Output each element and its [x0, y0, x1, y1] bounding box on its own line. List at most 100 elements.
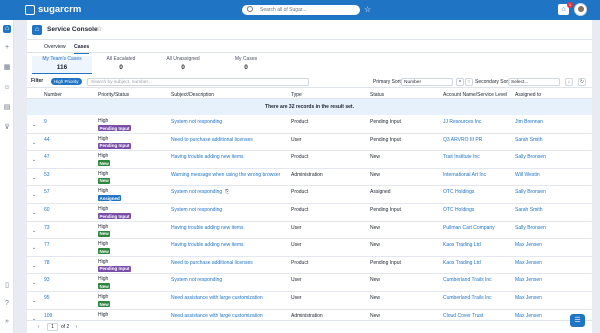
- case-number-link[interactable]: 60: [44, 207, 50, 213]
- assigned-user-link[interactable]: Sally Bronsen: [515, 225, 546, 231]
- subject-link[interactable]: Having trouble adding new items: [171, 225, 244, 231]
- page-number-input[interactable]: 1: [47, 323, 58, 331]
- account-link[interactable]: OTC Holdings: [443, 189, 474, 195]
- subject-link[interactable]: Having trouble adding new items: [171, 154, 244, 160]
- case-number-link[interactable]: 47: [44, 154, 50, 160]
- col-number[interactable]: Number: [44, 92, 62, 98]
- subject-link[interactable]: Need to purchase additional licenses: [171, 137, 253, 143]
- subject-link[interactable]: Need to purchase additional licenses: [171, 260, 253, 266]
- account-link[interactable]: Kaos Trading Ltd: [443, 260, 481, 266]
- assigned-user-link[interactable]: Sally Bronsen: [515, 189, 546, 195]
- account-link[interactable]: OTC Holdings: [443, 207, 474, 213]
- expand-row-chevron-icon[interactable]: ⌄: [32, 263, 36, 269]
- assigned-user-link[interactable]: Max Jensen: [515, 260, 542, 266]
- subject-link[interactable]: System not responding: [171, 207, 222, 213]
- expand-row-chevron-icon[interactable]: ⌄: [32, 122, 36, 128]
- assigned-user-link[interactable]: Sarah Smith: [515, 207, 543, 213]
- case-search-input[interactable]: Search by subject, number...: [87, 77, 309, 86]
- account-link[interactable]: JJ Resources Inc: [443, 119, 481, 125]
- account-link[interactable]: Cloud Cover Trust: [443, 313, 483, 319]
- expand-row-chevron-icon[interactable]: ⌄: [32, 228, 36, 234]
- sugarcrm-logo[interactable]: sugarcrm: [25, 4, 81, 15]
- table-row[interactable]: ⌄ 95 High New Need assistance with large cus…: [27, 292, 592, 310]
- col-assigned[interactable]: Assigned to: [515, 92, 541, 98]
- sort-direction-icon[interactable]: ↑: [465, 77, 473, 86]
- case-number-link[interactable]: 109: [44, 313, 52, 319]
- help-icon[interactable]: ?: [3, 300, 11, 308]
- table-row[interactable]: ⌄ 73 High New Having trouble adding new item…: [27, 222, 592, 240]
- expand-icon[interactable]: »: [3, 318, 11, 326]
- plus-icon[interactable]: +: [3, 44, 11, 52]
- user-avatar[interactable]: [574, 3, 587, 16]
- filter-button[interactable]: Filter: [31, 78, 43, 84]
- account-link[interactable]: Pullman Cart Company: [443, 225, 495, 231]
- summary-my-teams-cases[interactable]: My Team's Cases 116: [32, 56, 92, 74]
- table-row[interactable]: ⌄ 9 High Pending Input System not responding…: [27, 116, 592, 134]
- col-type[interactable]: Type: [291, 92, 302, 98]
- account-link[interactable]: Cumberland Trails Inc: [443, 277, 492, 283]
- expand-row-chevron-icon[interactable]: ⌄: [32, 210, 36, 216]
- case-number-link[interactable]: 95: [44, 295, 50, 301]
- table-row[interactable]: ⌄ 93 High New System not responding User New Cu…: [27, 274, 592, 292]
- global-search-input[interactable]: Search all of Sugar...: [242, 5, 360, 15]
- case-number-link[interactable]: 44: [44, 137, 50, 143]
- assigned-user-link[interactable]: Jim Brennan: [515, 119, 543, 125]
- table-row[interactable]: ⌄ 57 High Assigned System not responding ⎘ Pro…: [27, 186, 592, 204]
- assigned-user-link[interactable]: Max Jensen: [515, 313, 542, 319]
- menu-list-icon[interactable]: ☰: [570, 314, 585, 327]
- table-row[interactable]: ⌄ 60 High Pending Input System not respondin…: [27, 204, 592, 222]
- next-page-icon[interactable]: ›: [72, 323, 81, 331]
- calendar-icon[interactable]: ▦: [3, 64, 11, 72]
- summary-my-cases[interactable]: My Cases 0: [216, 56, 276, 74]
- star-icon[interactable]: ☆: [364, 5, 371, 14]
- case-number-link[interactable]: 53: [44, 172, 50, 178]
- filter-icon[interactable]: ⊽: [3, 124, 11, 132]
- tab-overview[interactable]: Overview: [44, 44, 66, 50]
- col-account[interactable]: Account Name/Service Level: [443, 92, 507, 98]
- file-icon[interactable]: ▯: [3, 282, 11, 290]
- summary-all-escalated[interactable]: All Escalated 0: [91, 56, 151, 74]
- expand-row-chevron-icon[interactable]: ⌄: [32, 245, 36, 251]
- subject-link[interactable]: Warning message when using the wrong bro…: [171, 172, 280, 178]
- sort-toggle-icon[interactable]: ↓: [565, 77, 573, 86]
- account-link[interactable]: Kaos Trading Ltd: [443, 242, 481, 248]
- refresh-icon[interactable]: ↻: [578, 77, 586, 86]
- clear-sort-icon[interactable]: ×: [456, 77, 464, 86]
- assigned-user-link[interactable]: Max Jensen: [515, 242, 542, 248]
- col-subject[interactable]: Subject/Description: [171, 92, 214, 98]
- subject-link[interactable]: System not responding: [171, 189, 222, 195]
- table-row[interactable]: ⌄ 44 High Pending Input Need to purchase add…: [27, 134, 592, 152]
- assigned-user-link[interactable]: Max Jensen: [515, 277, 542, 283]
- subject-link[interactable]: Having trouble adding new items: [171, 242, 244, 248]
- expand-row-chevron-icon[interactable]: ⌄: [32, 192, 36, 198]
- table-row[interactable]: ⌄ 47 High New Having trouble adding new item…: [27, 151, 592, 169]
- account-link[interactable]: Cumberland Trails Inc: [443, 295, 492, 301]
- account-link[interactable]: International Art Inc: [443, 172, 486, 178]
- subject-link[interactable]: Need assistance with large customization: [171, 313, 263, 319]
- assigned-user-link[interactable]: Sally Bronsen: [515, 154, 546, 160]
- expand-row-chevron-icon[interactable]: ⌄: [32, 175, 36, 181]
- assigned-user-link[interactable]: Sarah Smith: [515, 137, 543, 143]
- case-number-link[interactable]: 78: [44, 260, 50, 266]
- col-status[interactable]: Status: [370, 92, 384, 98]
- subject-link[interactable]: Need assistance with large customization: [171, 295, 263, 301]
- favorite-star-icon[interactable]: ☆: [96, 25, 102, 33]
- expand-row-chevron-icon[interactable]: ⌄: [32, 298, 36, 304]
- summary-all-unassigned[interactable]: All Unassigned 0: [153, 56, 213, 74]
- case-number-link[interactable]: 73: [44, 225, 50, 231]
- contacts-icon[interactable]: ☺: [3, 84, 11, 92]
- tab-cases[interactable]: Cases: [74, 44, 90, 54]
- table-row[interactable]: ⌄ 77 High New Having trouble adding new item…: [27, 239, 592, 257]
- case-number-link[interactable]: 93: [44, 277, 50, 283]
- account-link[interactable]: Trait Institute Inc: [443, 154, 480, 160]
- case-number-link[interactable]: 9: [44, 119, 47, 125]
- filter-chip[interactable]: High Priority: [51, 78, 82, 85]
- subject-link[interactable]: System not responding: [171, 277, 222, 283]
- case-number-link[interactable]: 57: [44, 189, 50, 195]
- expand-row-chevron-icon[interactable]: ⌄: [32, 157, 36, 163]
- table-row[interactable]: ⌄ 78 High Pending Input Need to purchase add…: [27, 257, 592, 275]
- home-icon[interactable]: ⌂: [3, 25, 11, 33]
- assigned-user-link[interactable]: Will Westin: [515, 172, 540, 178]
- table-row[interactable]: ⌄ 53 High New Warning message when using the…: [27, 169, 592, 187]
- prev-page-icon[interactable]: ‹: [34, 323, 43, 331]
